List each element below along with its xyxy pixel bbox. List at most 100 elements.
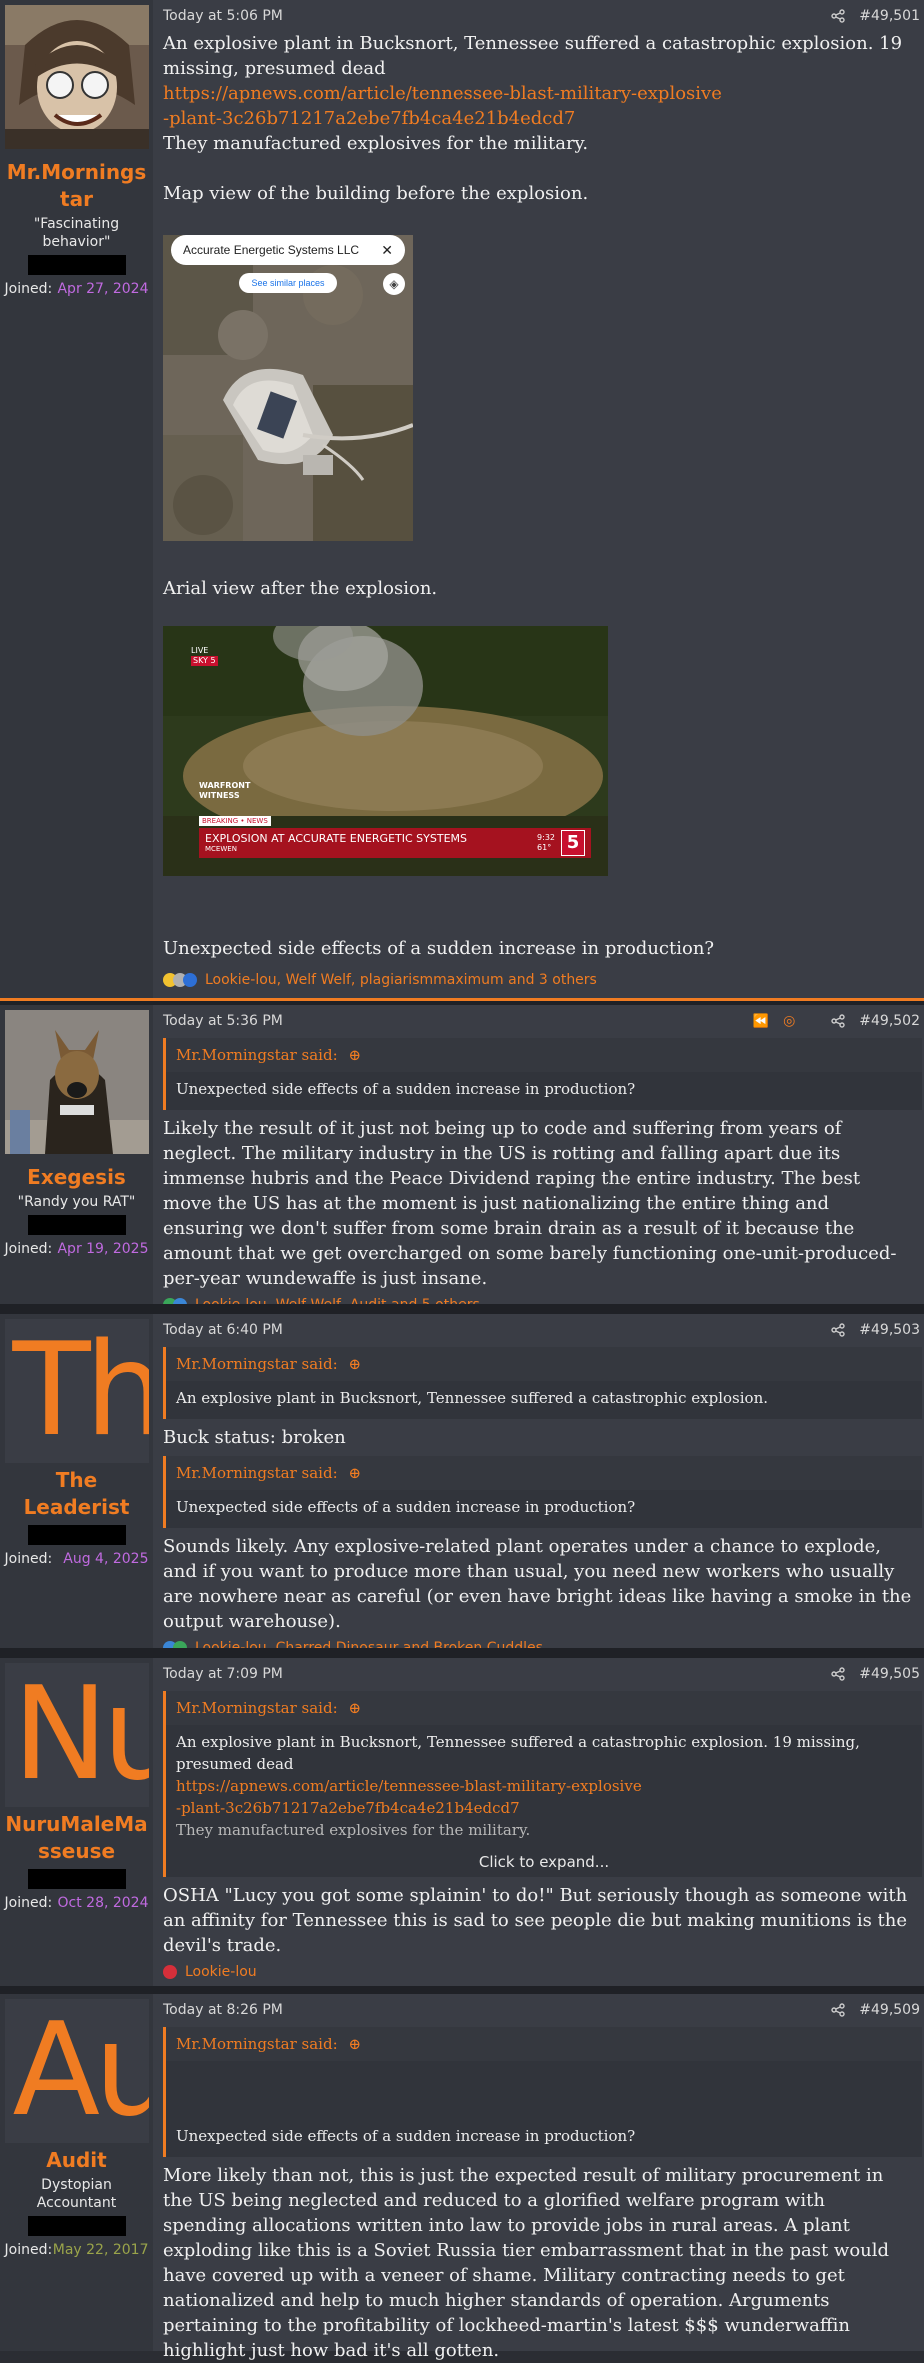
jump-up-icon[interactable]: ⊕ — [348, 1464, 361, 1482]
post-text: Sounds likely. Any explosive-related pla… — [163, 1536, 912, 1632]
username[interactable]: Mr.Morningstar — [4, 159, 149, 213]
reactions-bar[interactable]: Lookie-lou — [163, 1964, 924, 1980]
quote-author[interactable]: Mr.Morningstar said: — [176, 1699, 338, 1717]
post-gap — [0, 1648, 924, 1658]
quote-link[interactable]: https://apnews.com/article/tennessee-bla… — [176, 1775, 646, 1819]
news-location: MCEWEN — [205, 845, 237, 853]
post-number[interactable]: #49,509 — [859, 2002, 920, 2018]
quote-header[interactable]: Mr.Morningstar said: ⊕ — [166, 1456, 922, 1490]
post-text: Likely the result of it just not being u… — [163, 1118, 897, 1289]
news-breaking-tag: BREAKING • NEWS — [199, 816, 271, 826]
joined-info: Joined: May 22, 2017 — [5, 2242, 149, 2258]
joined-info: Joined: Aug 4, 2025 — [5, 1551, 149, 1567]
reactions-text[interactable]: Lookie-lou — [185, 1964, 257, 1980]
redacted-banner — [27, 2216, 126, 2236]
post-meta: Today at 5:36 PM ⏪ ◎ #49,502 — [163, 1010, 924, 1032]
post-gap — [0, 1304, 924, 1314]
jump-up-icon[interactable]: ⊕ — [348, 2035, 361, 2053]
article-link[interactable]: https://apnews.com/article/tennessee-bla… — [163, 81, 723, 131]
post-text: Buck status: broken — [163, 1427, 346, 1448]
map-image[interactable]: Accurate Energetic Systems LLC ✕ See sim… — [163, 235, 413, 541]
expand-button[interactable]: Click to expand... — [176, 1851, 912, 1873]
share-icon[interactable] — [831, 2003, 845, 2017]
avatar[interactable]: Th — [4, 1319, 149, 1463]
jump-up-icon[interactable]: ⊕ — [348, 1699, 361, 1717]
quote-block: Mr.Morningstar said: ⊕ An explosive plan… — [163, 1691, 922, 1877]
share-icon[interactable] — [831, 1323, 845, 1337]
joined-date: Aug 4, 2025 — [63, 1551, 149, 1567]
map-similar-button[interactable]: See similar places — [239, 273, 337, 293]
quote-header[interactable]: Mr.Morningstar said: ⊕ — [166, 1691, 922, 1725]
reactions-text[interactable]: Lookie-lou, Welf Welf, plagiarismmaximum… — [205, 972, 597, 988]
news-image[interactable]: LIVE SKY 5 WARFRONT WITNESS BREAKING • N… — [163, 626, 608, 876]
post-text: An explosive plant in Bucksnort, Tenness… — [163, 33, 903, 79]
avatar[interactable] — [4, 5, 149, 149]
user-sidebar: Mr.Morningstar "Fascinating behavior" Jo… — [0, 0, 153, 998]
share-icon[interactable] — [831, 9, 845, 23]
jump-up-icon[interactable]: ⊕ — [348, 1355, 361, 1373]
username[interactable]: Audit — [4, 2147, 149, 2174]
post-timestamp[interactable]: Today at 6:40 PM — [163, 1322, 283, 1338]
news-headline: EXPLOSION AT ACCURATE ENERGETIC SYSTEMS — [205, 832, 468, 845]
avatar[interactable]: Au — [4, 1999, 149, 2143]
quote-body: An explosive plant in Bucksnort, Tenness… — [166, 1725, 922, 1877]
post-number[interactable]: #49,502 — [859, 1013, 920, 1029]
reactions-bar[interactable]: Lookie-lou, Welf Welf, plagiarismmaximum… — [163, 972, 597, 988]
joined-label: Joined: — [4, 1241, 53, 1257]
avatar[interactable] — [4, 1010, 149, 1154]
quote-header[interactable]: Mr.Morningstar said: ⊕ — [166, 1038, 922, 1072]
quote-author[interactable]: Mr.Morningstar said: — [176, 1355, 338, 1373]
news-time-temp: 9:32 61° — [537, 833, 555, 853]
avatar-image — [4, 1010, 149, 1154]
jump-up-icon[interactable]: ⊕ — [348, 1046, 361, 1064]
badge-icon[interactable]: ◎ — [783, 1013, 795, 1029]
share-icon[interactable] — [831, 1667, 845, 1681]
joined-date: Oct 28, 2024 — [57, 1895, 149, 1911]
quote-block: Mr.Morningstar said: ⊕ Unexpected side e… — [163, 1456, 922, 1528]
post-meta: Today at 7:09 PM #49,505 — [163, 1663, 924, 1685]
rewind-icon[interactable]: ⏪ — [753, 1014, 769, 1029]
share-icon[interactable] — [831, 1014, 845, 1028]
quote-author[interactable]: Mr.Morningstar said: — [176, 2035, 338, 2053]
username[interactable]: Exegesis — [4, 1164, 149, 1191]
post-timestamp[interactable]: Today at 5:06 PM — [163, 8, 283, 24]
news-sky: SKY 5 — [191, 656, 218, 666]
news-ticker-text: EXPLOSION AT ACCURATE ENERGETIC SYSTEMS … — [205, 832, 467, 854]
post-49502: Exegesis "Randy you RAT" Joined: Apr 19,… — [0, 1005, 924, 1313]
post-timestamp[interactable]: Today at 7:09 PM — [163, 1666, 283, 1682]
post-body: An explosive plant in Bucksnort, Tenness… — [163, 31, 903, 206]
quote-text: Unexpected side effects of a sudden incr… — [176, 2127, 636, 2145]
post-timestamp[interactable]: Today at 5:36 PM — [163, 1013, 283, 1029]
news-time: 9:32 — [537, 833, 555, 842]
joined-info: Joined: Apr 27, 2024 — [5, 281, 149, 297]
post-49509: Au Audit Dystopian Accountant Joined: Ma… — [0, 1994, 924, 2361]
quote-text: They manufactured explosives for the mil… — [176, 1821, 531, 1839]
post-number[interactable]: #49,503 — [859, 1322, 920, 1338]
close-icon[interactable]: ✕ — [381, 242, 393, 259]
quote-author[interactable]: Mr.Morningstar said: — [176, 1046, 338, 1064]
post-text: OSHA "Lucy you got some splainin' to do!… — [163, 1885, 908, 1956]
user-sidebar: Au Audit Dystopian Accountant Joined: Ma… — [0, 1994, 153, 2351]
quote-header[interactable]: Mr.Morningstar said: ⊕ — [166, 1347, 922, 1381]
post-number[interactable]: #49,501 — [859, 8, 920, 24]
post-content: Today at 5:36 PM ⏪ ◎ #49,502 Mr.Mornings… — [153, 1005, 924, 1313]
post-number[interactable]: #49,505 — [859, 1666, 920, 1682]
quote-text: An explosive plant in Bucksnort, Tenness… — [176, 1733, 860, 1773]
quote-header[interactable]: Mr.Morningstar said: ⊕ — [166, 2027, 922, 2061]
news-temp: 61° — [537, 843, 552, 852]
user-title: "Fascinating behavior" — [33, 216, 120, 250]
avatar[interactable]: Nu — [4, 1663, 149, 1807]
post-timestamp[interactable]: Today at 8:26 PM — [163, 2002, 283, 2018]
news-live: LIVE — [191, 646, 209, 655]
redacted-banner — [27, 255, 126, 275]
post-content: Today at 8:26 PM #49,509 Mr.Morningstar … — [153, 1994, 924, 2361]
map-place-card[interactable]: Accurate Energetic Systems LLC ✕ — [171, 235, 405, 265]
username[interactable]: NuruMaleMasseuse — [4, 1811, 149, 1865]
joined-date: May 22, 2017 — [52, 2242, 149, 2258]
quote-author[interactable]: Mr.Morningstar said: — [176, 1464, 338, 1482]
post-meta: Today at 8:26 PM #49,509 — [163, 1999, 924, 2021]
username[interactable]: The Leaderist — [4, 1467, 149, 1521]
joined-info: Joined: Apr 19, 2025 — [5, 1241, 149, 1257]
joined-date: Apr 27, 2024 — [57, 281, 149, 297]
layers-icon[interactable]: ◈ — [383, 273, 405, 295]
